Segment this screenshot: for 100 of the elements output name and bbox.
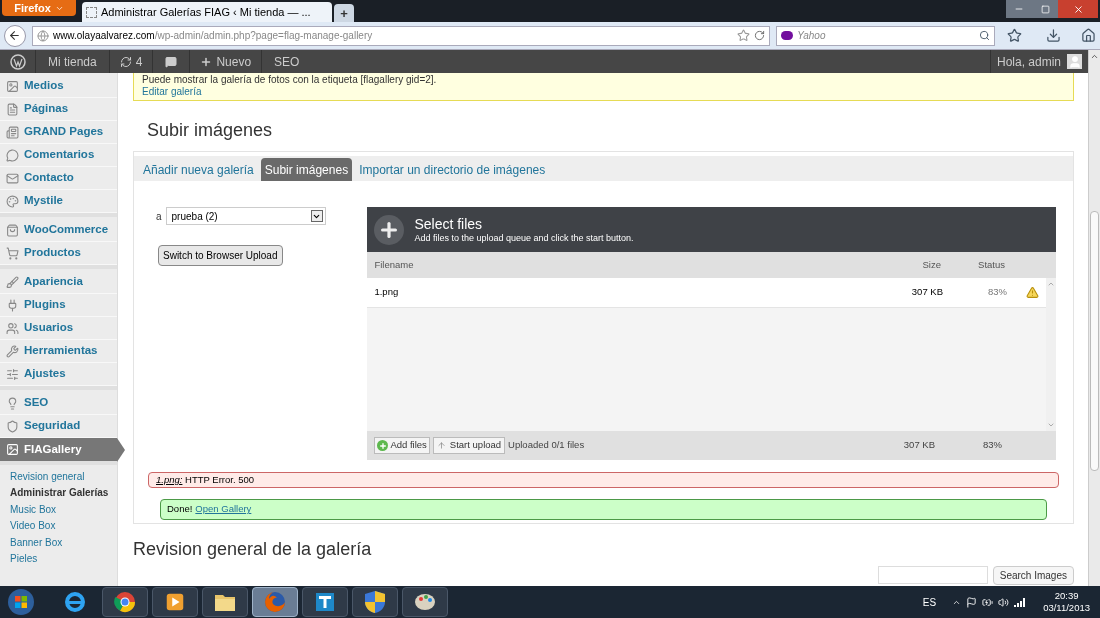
current-pointer-icon bbox=[117, 438, 125, 462]
sidebar-item[interactable]: Usuarios bbox=[0, 317, 117, 340]
dropdown-icon bbox=[310, 210, 323, 222]
total-size: 307 KB bbox=[902, 438, 935, 453]
comment-icon bbox=[165, 55, 178, 68]
star-icon bbox=[737, 29, 751, 42]
clock[interactable]: 20:39 03/11/2013 bbox=[1043, 590, 1090, 614]
taskbar-button[interactable] bbox=[402, 587, 448, 617]
sidebar-item[interactable]: SEO bbox=[0, 392, 117, 415]
back-button[interactable] bbox=[4, 24, 26, 47]
edit-gallery-link[interactable]: Editar galería bbox=[142, 86, 1065, 98]
submenu-item[interactable]: Music Box bbox=[0, 501, 117, 518]
shield-icon bbox=[364, 590, 386, 614]
sidebar-item[interactable]: Herramientas bbox=[0, 340, 117, 363]
sidebar-item[interactable]: Productos bbox=[0, 242, 117, 265]
sidebar-item[interactable]: GRAND Pages bbox=[0, 121, 117, 144]
submenu-item[interactable]: Pieles bbox=[0, 550, 117, 567]
signal-icon[interactable] bbox=[1014, 597, 1026, 607]
browser-icon bbox=[63, 590, 87, 614]
palette-icon bbox=[413, 591, 437, 613]
sidebar-item[interactable]: Ajustes bbox=[0, 363, 117, 386]
plug-icon bbox=[6, 298, 19, 312]
editor-icon bbox=[313, 590, 337, 614]
windows-logo-icon bbox=[7, 588, 35, 616]
gallery-select[interactable]: prueba (2) bbox=[165, 207, 326, 225]
browser-tab[interactable]: Administrar Galerías FIAG ‹ Mi tienda — ... bbox=[82, 2, 332, 22]
image-icon bbox=[6, 443, 19, 456]
done-text: Done! bbox=[167, 502, 193, 517]
bookmarks-icon[interactable] bbox=[1007, 28, 1023, 43]
notice-text: Puede mostrar la galería de fotos con la etiqueta [flagallery gid=2]. bbox=[142, 74, 438, 86]
download-icon[interactable] bbox=[1046, 28, 1062, 43]
search-input[interactable]: Yahoo bbox=[797, 28, 976, 43]
reload-icon bbox=[754, 30, 766, 41]
globe-icon bbox=[36, 29, 49, 42]
uploader-subtitle: Add files to the upload queue and click the start button. bbox=[414, 231, 634, 244]
scroll-thumb[interactable] bbox=[1090, 211, 1099, 471]
taskbar-button[interactable] bbox=[202, 587, 248, 617]
add-files-button[interactable]: Add files bbox=[374, 437, 430, 454]
submenu-item[interactable]: Video Box bbox=[0, 517, 117, 534]
taskbar-button[interactable] bbox=[152, 587, 198, 617]
upload-tab[interactable]: Añadir nueva galería bbox=[139, 158, 258, 181]
sidebar-item[interactable]: Mystile bbox=[0, 190, 117, 213]
sidebar-item[interactable]: Comentarios bbox=[0, 144, 117, 167]
tab-title: Administrar Galerías FIAG ‹ Mi tienda — ... bbox=[101, 4, 311, 20]
image-search-field[interactable] bbox=[877, 566, 988, 584]
seo-menu[interactable]: SEO bbox=[262, 50, 312, 73]
section-heading: Revision general de la galería bbox=[133, 538, 373, 560]
sidebar-item[interactable]: Apariencia bbox=[0, 271, 117, 294]
scroll-up-icon[interactable] bbox=[1090, 52, 1099, 61]
language-indicator[interactable]: ES bbox=[922, 594, 937, 610]
mail-icon bbox=[6, 171, 19, 185]
power-icon[interactable] bbox=[982, 596, 994, 608]
sidebar-item[interactable]: Contacto bbox=[0, 167, 117, 190]
file-status: 83% bbox=[987, 285, 1007, 300]
cart-icon bbox=[6, 246, 19, 260]
page-heading: Subir imágenes bbox=[147, 119, 274, 141]
avatar-icon bbox=[1067, 54, 1082, 69]
url-text: www.olayaalvarez.com/wp-admin/admin.php?page=flag-manage-gallery bbox=[52, 29, 373, 43]
palette-icon bbox=[6, 194, 19, 208]
sliders-icon bbox=[6, 367, 19, 381]
start-upload-button[interactable]: Start upload bbox=[432, 437, 506, 454]
open-gallery-link[interactable]: Open Gallery bbox=[195, 502, 252, 517]
refresh-icon bbox=[119, 55, 132, 68]
volume-icon[interactable] bbox=[998, 596, 1010, 608]
submenu-item[interactable]: Banner Box bbox=[0, 534, 117, 551]
page-icon bbox=[6, 125, 19, 139]
shield-icon bbox=[6, 419, 19, 433]
page-icon bbox=[86, 6, 97, 18]
switch-upload-button[interactable]: Switch to Browser Upload bbox=[158, 245, 283, 266]
taskbar-button[interactable] bbox=[352, 587, 398, 617]
submenu-item[interactable]: Administrar Galerías bbox=[0, 484, 117, 501]
taskbar-button[interactable] bbox=[302, 587, 348, 617]
sidebar-item[interactable]: Plugins bbox=[0, 294, 117, 317]
users-icon bbox=[6, 321, 19, 335]
submenu-item[interactable]: Revision general bbox=[0, 468, 117, 485]
play-icon bbox=[164, 591, 186, 613]
comment-icon bbox=[6, 148, 19, 162]
wordpress-icon[interactable] bbox=[9, 53, 26, 70]
firefox-menu-button[interactable]: Firefox bbox=[2, 0, 76, 16]
taskbar-button[interactable] bbox=[102, 587, 148, 617]
flag-icon[interactable] bbox=[966, 596, 978, 608]
pages-icon bbox=[6, 102, 19, 116]
address-bar[interactable]: www.olayaalvarez.com/wp-admin/admin.php?page=flag-manage-gallery bbox=[31, 25, 771, 46]
new-tab-button[interactable]: + bbox=[334, 4, 354, 22]
sidebar-item[interactable]: Páginas bbox=[0, 98, 117, 121]
search-images-button[interactable]: Search Images bbox=[992, 566, 1074, 585]
upload-tab[interactable]: Subir imágenes bbox=[260, 158, 353, 181]
browser-icon bbox=[113, 590, 137, 614]
plus-icon bbox=[200, 55, 213, 68]
browser-icon bbox=[263, 590, 287, 614]
add-icon bbox=[377, 440, 389, 451]
total-status: 83% bbox=[982, 438, 1002, 453]
home-icon[interactable] bbox=[1081, 28, 1096, 43]
gallery-prefix: a bbox=[156, 209, 162, 224]
search-field[interactable]: Yahoo bbox=[776, 25, 996, 46]
uploader-title: Select files bbox=[414, 215, 484, 232]
sidebar-item[interactable]: Medios bbox=[0, 75, 117, 98]
upload-tab[interactable]: Importar un directorio de imágenes bbox=[355, 158, 550, 181]
sidebar-item[interactable]: WooCommerce bbox=[0, 219, 117, 242]
media-icon bbox=[6, 79, 19, 93]
